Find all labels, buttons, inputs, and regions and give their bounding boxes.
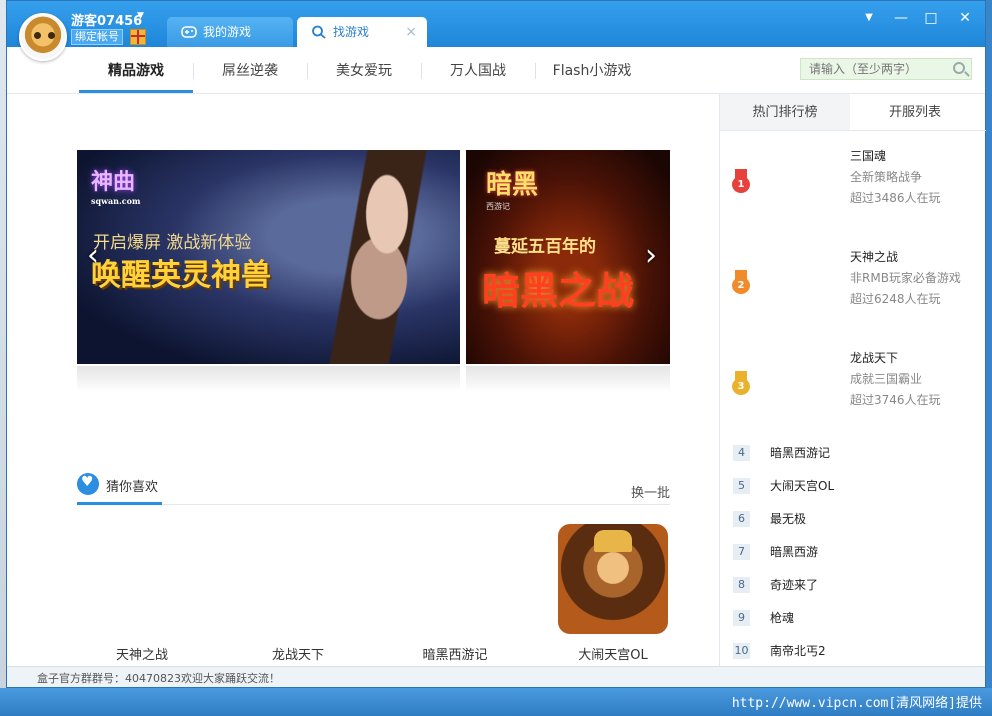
banner-headline: 暗黑之战 — [482, 268, 635, 313]
username[interactable]: 游客07456 — [71, 10, 142, 29]
banner-headline: 唤醒英灵神兽 — [91, 258, 271, 293]
rank-number: 8 — [733, 577, 750, 593]
user-avatar[interactable] — [19, 13, 67, 61]
app-window: 游客07456 ▼ 绑定帐号 我的游戏 找游戏 × ▼ — □ ✕ 精品游戏 屌… — [6, 0, 986, 688]
bind-account-button[interactable]: 绑定帐号 — [71, 29, 123, 45]
tab-find-games[interactable]: 找游戏 × — [297, 17, 427, 47]
nav-item-flash[interactable]: Flash小游戏 — [535, 47, 649, 93]
tab-hot-ranking[interactable]: 热门排行榜 — [720, 94, 850, 130]
game-name: 三国魂 — [850, 149, 887, 163]
close-tab-icon[interactable]: × — [405, 17, 417, 47]
banner-reflection — [466, 366, 670, 392]
game-name: 奇迹来了 — [770, 578, 819, 592]
rank-number: 6 — [733, 511, 750, 527]
rank-list-item[interactable]: 5 大闹天宫OL — [720, 476, 986, 502]
rank-number: 7 — [733, 544, 750, 560]
refresh-batch-link[interactable]: 换一批 — [631, 482, 670, 501]
rank-list-item[interactable]: 10 南帝北丐2 — [720, 641, 986, 667]
rank-medal-icon: 3 — [732, 371, 750, 395]
game-name: 暗黑西游记 — [770, 446, 831, 460]
gift-icon[interactable] — [130, 29, 146, 45]
banner-character-image — [307, 150, 460, 364]
search-input[interactable] — [801, 59, 941, 79]
rank-list-item[interactable]: 7 暗黑西游 — [720, 542, 986, 568]
close-icon[interactable]: ✕ — [955, 9, 975, 27]
nav-item-beauty[interactable]: 美女爱玩 — [307, 47, 421, 93]
footer-notice: 盒子官方群群号：40470823欢迎大家踊跃交流！ — [37, 672, 280, 685]
ranking-panel: 热门排行榜 开服列表 1 三国魂 全新策略战争 超过3486人在玩 2 天神之战… — [719, 94, 986, 667]
tab-label: 找游戏 — [333, 25, 370, 39]
rank-number: 10 — [733, 643, 750, 659]
search-icon — [312, 25, 326, 39]
rank-number: 5 — [733, 478, 750, 494]
game-name[interactable]: 天神之战 — [87, 644, 197, 663]
banner-reflection — [77, 366, 460, 392]
game-name: 龙战天下 — [850, 351, 899, 365]
top-rank-item[interactable]: 2 天神之战 非RMB玩家必备游戏 超过6248人在玩 — [720, 248, 986, 338]
rank-medal-icon: 2 — [732, 270, 750, 294]
game-name[interactable]: 大闹天宫OL — [558, 644, 668, 663]
search-box — [800, 58, 972, 80]
status-bar: 盒子官方群群号：40470823欢迎大家踊跃交流！ — [7, 666, 985, 687]
game-name: 大闹天宫OL — [770, 479, 835, 493]
top-rank-item[interactable]: 3 龙战天下 成就三国霸业 超过3746人在玩 — [720, 349, 986, 439]
maximize-icon[interactable]: □ — [921, 9, 941, 27]
menu-icon[interactable]: ▼ — [859, 9, 879, 27]
banner-shenqu[interactable]: 神曲 sqwan.com 开启爆屏 激战新体验 唤醒英灵神兽 — [77, 150, 460, 364]
nav-item-nation-war[interactable]: 万人国战 — [421, 47, 535, 93]
nav-item-underdog[interactable]: 屌丝逆袭 — [193, 47, 307, 93]
game-thumbnail-danaotiangong[interactable] — [558, 524, 668, 634]
rank-list-item[interactable]: 4 暗黑西游记 — [720, 443, 986, 469]
game-desc: 非RMB玩家必备游戏 — [850, 271, 961, 285]
banner-logo: 神曲 sqwan.com — [91, 169, 141, 206]
banner-subtitle: 蔓延五百年的 — [494, 237, 596, 257]
chevron-down-icon[interactable]: ▼ — [137, 11, 144, 21]
rank-list-item[interactable]: 8 奇迹来了 — [720, 575, 986, 601]
guess-title: 猜你喜欢 — [106, 480, 159, 495]
nav-item-premium[interactable]: 精品游戏 — [79, 47, 193, 93]
tab-my-games[interactable]: 我的游戏 — [167, 17, 293, 47]
rank-number: 4 — [733, 445, 750, 461]
player-count: 超过6248人在玩 — [850, 292, 941, 306]
game-name: 枪魂 — [770, 611, 795, 625]
game-name: 天神之战 — [850, 250, 899, 264]
guess-section-header: 猜你喜欢 换一批 — [77, 471, 670, 505]
game-name: 最无极 — [770, 512, 807, 526]
heart-icon — [77, 473, 99, 495]
tab-server-list[interactable]: 开服列表 — [850, 94, 980, 130]
prev-arrow-icon[interactable]: ‹ — [81, 241, 105, 271]
game-name: 南帝北丐2 — [770, 644, 826, 658]
game-desc: 成就三国霸业 — [850, 372, 923, 386]
title-bar: 游客07456 ▼ 绑定帐号 我的游戏 找游戏 × ▼ — □ ✕ — [7, 1, 985, 61]
game-desc: 全新策略战争 — [850, 170, 923, 184]
rank-medal-icon: 1 — [732, 169, 750, 193]
next-arrow-icon[interactable]: › — [639, 241, 663, 271]
watermark-text: http://www.vipcn.com[清风网络]提供 — [731, 696, 982, 711]
rank-list-item[interactable]: 6 最无极 — [720, 509, 986, 535]
category-nav: 精品游戏 屌丝逆袭 美女爱玩 万人国战 Flash小游戏 — [7, 47, 985, 94]
top-rank-item[interactable]: 1 三国魂 全新策略战争 超过3486人在玩 — [720, 147, 986, 237]
tab-label: 我的游戏 — [203, 25, 252, 39]
game-name: 暗黑西游 — [770, 545, 819, 559]
player-count: 超过3486人在玩 — [850, 191, 941, 205]
gamepad-icon — [181, 26, 197, 38]
game-name[interactable]: 暗黑西游记 — [400, 644, 510, 663]
rank-list-item[interactable]: 9 枪魂 — [720, 608, 986, 634]
player-count: 超过3746人在玩 — [850, 393, 941, 407]
rank-number: 9 — [733, 610, 750, 626]
search-icon[interactable] — [953, 62, 965, 74]
minimize-icon[interactable]: — — [891, 9, 911, 27]
banner-logo: 暗黑 西游记 — [486, 170, 539, 211]
ranking-tabs: 热门排行榜 开服列表 — [720, 94, 986, 131]
game-name[interactable]: 龙战天下 — [243, 644, 353, 663]
